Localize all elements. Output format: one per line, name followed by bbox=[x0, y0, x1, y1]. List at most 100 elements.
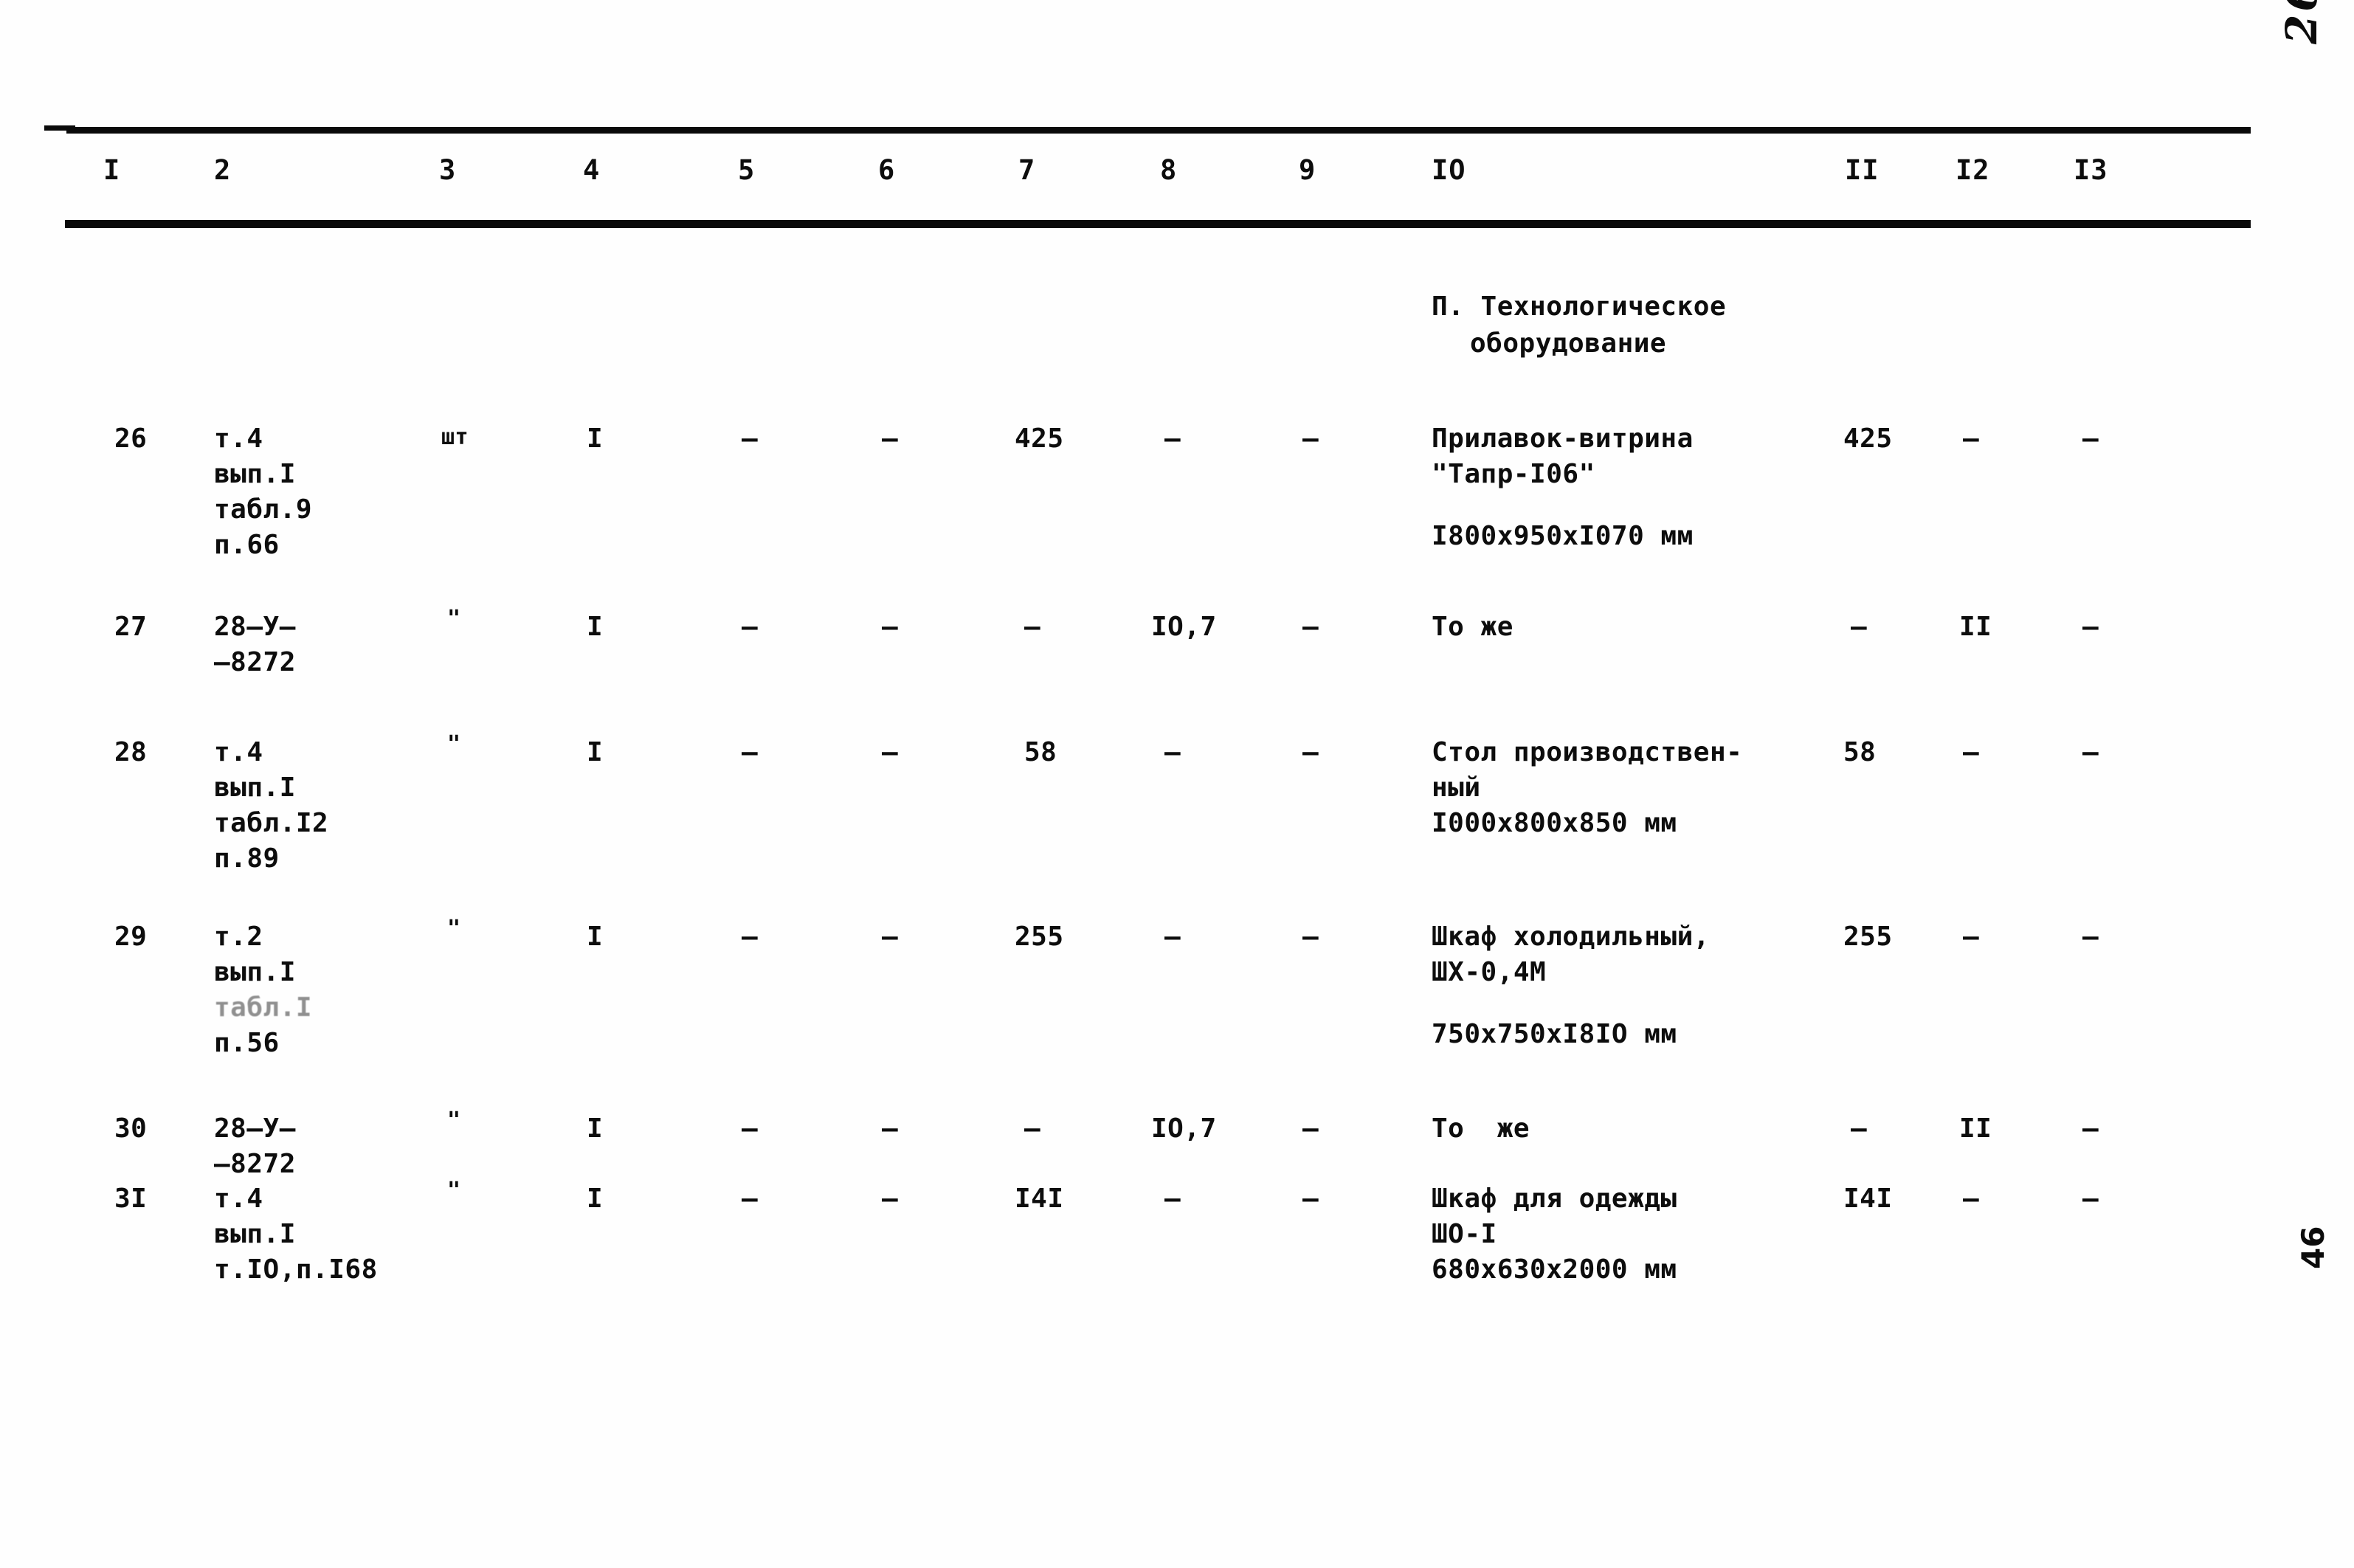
row-29-ref-line1: т.2 bbox=[214, 922, 263, 952]
row-26-qty: I bbox=[587, 424, 604, 454]
section-heading-line2: оборудование bbox=[1470, 328, 1667, 359]
row-28-c7: 58 bbox=[1024, 737, 1057, 767]
row-30-c12: II bbox=[1959, 1113, 1992, 1144]
row-29-qty: I bbox=[587, 922, 604, 952]
row-30-ref-line2: –8272 bbox=[214, 1149, 296, 1179]
row-28-ref-line1: т.4 bbox=[214, 737, 263, 767]
row-31-c13: – bbox=[2082, 1184, 2099, 1214]
column-header-11: II bbox=[1845, 154, 1880, 186]
row-28-c5: – bbox=[742, 737, 759, 767]
handwritten-margin-note: 264-12-220 bbox=[2277, 0, 2327, 44]
row-30-c13: – bbox=[2082, 1113, 2099, 1144]
row-29-c8: – bbox=[1164, 922, 1181, 952]
row-27-c13: – bbox=[2082, 612, 2099, 642]
row-28-desc-line2: ный bbox=[1432, 773, 1481, 803]
row-31-dimensions: 680x630x2000 мм bbox=[1432, 1254, 1677, 1285]
row-28-qty: I bbox=[587, 737, 604, 767]
row-30-c11: – bbox=[1851, 1113, 1868, 1144]
row-30-c7: – bbox=[1024, 1113, 1041, 1144]
row-29-desc-line2: ШХ-0,4М bbox=[1432, 957, 1547, 987]
row-31-c8: – bbox=[1164, 1184, 1181, 1214]
row-26-c8: – bbox=[1164, 424, 1181, 454]
column-header-6: 6 bbox=[878, 154, 896, 186]
row-27-c5: – bbox=[742, 612, 759, 642]
table-row: 30 bbox=[114, 1113, 148, 1144]
row-30-c8: IO,7 bbox=[1151, 1113, 1217, 1144]
row-28-ref-line3: табл.I2 bbox=[214, 808, 329, 838]
row-31-c5: – bbox=[742, 1184, 759, 1214]
row-26-c7: 425 bbox=[1015, 424, 1064, 454]
row-26-desc-line2: "Тапр-I06" bbox=[1432, 459, 1595, 489]
row-26-c12: – bbox=[1963, 424, 1980, 454]
header-rule-top bbox=[66, 127, 2251, 134]
column-header-2: 2 bbox=[214, 154, 232, 186]
row-26-c13: – bbox=[2082, 424, 2099, 454]
page-number: 46 bbox=[2295, 1226, 2331, 1269]
row-26-ref-line2: вып.I bbox=[214, 459, 296, 489]
row-29-ref-line4: п.56 bbox=[214, 1028, 280, 1058]
row-31-c11: I4I bbox=[1843, 1184, 1893, 1214]
row-30-desc-line1: То же bbox=[1432, 1113, 1530, 1144]
column-header-9: 9 bbox=[1299, 154, 1316, 186]
row-26-c5: – bbox=[742, 424, 759, 454]
table-row: 28 bbox=[114, 737, 148, 767]
row-30-c5: – bbox=[742, 1113, 759, 1144]
row-31-unit-ditto: " bbox=[447, 1178, 461, 1203]
column-header-12: I2 bbox=[1956, 154, 1990, 186]
section-heading-line1: П. Технологическое bbox=[1432, 291, 1727, 322]
row-28-ref-line4: п.89 bbox=[214, 843, 280, 874]
table-row: 27 bbox=[114, 612, 148, 642]
document-page: I 2 3 4 5 6 7 8 9 IO II I2 I3 П. Техноло… bbox=[0, 0, 2354, 1568]
row-31-c12: – bbox=[1963, 1184, 1980, 1214]
row-26-ref-line3: табл.9 bbox=[214, 494, 313, 525]
row-26-ref-line1: т.4 bbox=[214, 424, 263, 454]
column-header-8: 8 bbox=[1160, 154, 1178, 186]
row-31-qty: I bbox=[587, 1184, 604, 1214]
column-header-1: I bbox=[103, 154, 121, 186]
row-30-unit-ditto: " bbox=[447, 1108, 461, 1133]
column-header-7: 7 bbox=[1018, 154, 1036, 186]
row-31-ref-line2: вып.I bbox=[214, 1219, 296, 1249]
row-30-ref-line1: 28–У– bbox=[214, 1113, 296, 1144]
row-27-c9: – bbox=[1302, 612, 1319, 642]
row-30-qty: I bbox=[587, 1113, 604, 1144]
row-29-c13: – bbox=[2082, 922, 2099, 952]
row-28-c8: – bbox=[1164, 737, 1181, 767]
row-29-c12: – bbox=[1963, 922, 1980, 952]
row-26-unit: шт bbox=[441, 424, 469, 450]
column-header-4: 4 bbox=[583, 154, 601, 186]
row-29-unit-ditto: " bbox=[447, 916, 461, 942]
table-row: 29 bbox=[114, 922, 148, 952]
row-29-c7: 255 bbox=[1015, 922, 1064, 952]
column-header-5: 5 bbox=[738, 154, 756, 186]
row-27-ref-line2: –8272 bbox=[214, 647, 296, 677]
row-31-ref-line1: т.4 bbox=[214, 1184, 263, 1214]
column-header-13: I3 bbox=[2074, 154, 2108, 186]
header-rule-bottom bbox=[65, 220, 2251, 228]
row-31-desc-line2: ШО-I bbox=[1432, 1219, 1497, 1249]
row-27-unit-ditto: " bbox=[447, 606, 461, 632]
row-29-c11: 255 bbox=[1843, 922, 1893, 952]
row-30-c6: – bbox=[882, 1113, 899, 1144]
row-27-desc-line1: То же bbox=[1432, 612, 1513, 642]
row-31-c6: – bbox=[882, 1184, 899, 1214]
row-26-c9: – bbox=[1302, 424, 1319, 454]
row-28-c9: – bbox=[1302, 737, 1319, 767]
row-31-ref-line3: т.IO,п.I68 bbox=[214, 1254, 378, 1285]
row-27-ref-line1: 28–У– bbox=[214, 612, 296, 642]
row-26-desc-line1: Прилавок-витрина bbox=[1432, 424, 1694, 454]
row-29-ref-line3: табл.I bbox=[214, 992, 313, 1023]
row-27-c6: – bbox=[882, 612, 899, 642]
row-27-c7: – bbox=[1024, 612, 1041, 642]
row-26-dimensions: I800x950xI070 мм bbox=[1432, 521, 1694, 551]
row-28-c12: – bbox=[1963, 737, 1980, 767]
column-header-10: IO bbox=[1432, 154, 1466, 186]
row-28-dimensions: I000x800x850 мм bbox=[1432, 808, 1677, 838]
row-27-qty: I bbox=[587, 612, 604, 642]
row-30-c9: – bbox=[1302, 1113, 1319, 1144]
row-27-c11: – bbox=[1851, 612, 1868, 642]
row-29-ref-line2: вып.I bbox=[214, 957, 296, 987]
row-29-c5: – bbox=[742, 922, 759, 952]
row-31-desc-line1: Шкаф для одежды bbox=[1432, 1184, 1677, 1214]
row-27-c8: IO,7 bbox=[1151, 612, 1217, 642]
